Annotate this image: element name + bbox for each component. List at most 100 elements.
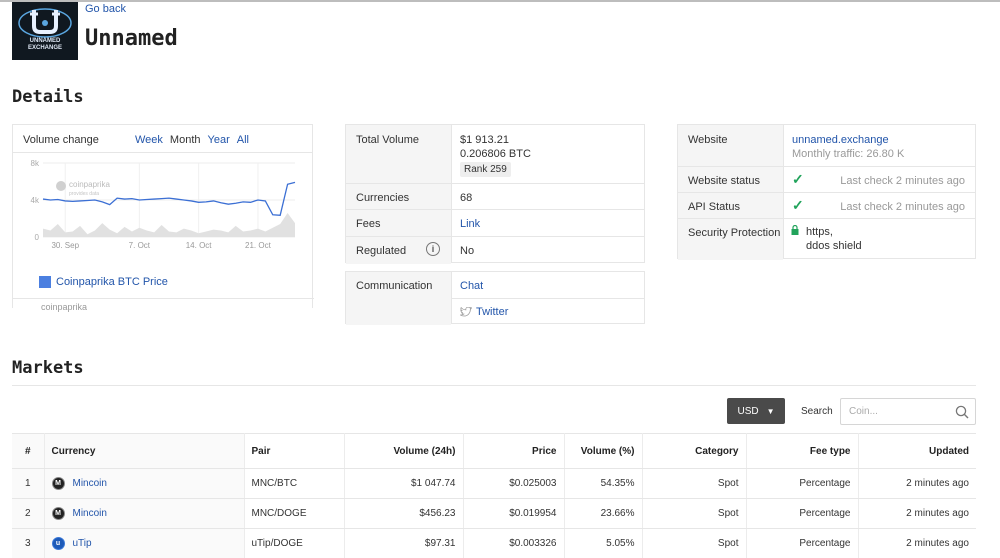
col-currency[interactable]: Currency [44,433,245,469]
lock-icon [791,225,799,235]
rank-badge: Rank 259 [460,162,511,177]
website-label: Website [688,134,728,146]
row-volume: $456.23 [344,498,464,529]
col-volume-pct[interactable]: Volume (%) [564,433,643,469]
x-tick-label: 7. Oct [129,241,151,250]
website-status-check: Last check 2 minutes ago [840,175,965,187]
api-status-label: API Status [688,201,740,213]
divider [12,385,976,386]
row-fee-type: Percentage [746,498,859,529]
range-year[interactable]: Year [208,134,230,146]
divider [13,298,314,299]
chart-credit: coinpaprika [41,302,88,312]
chat-link[interactable]: Chat [460,280,483,292]
table-row[interactable]: 2 M Mincoin MNC/DOGE $456.23 $0.019954 23… [12,498,976,529]
col-fee-type[interactable]: Fee type [746,433,859,469]
mincoin-icon: M [51,477,65,490]
currencies-value: 68 [460,192,473,204]
row-volume-pct: 23.66% [564,498,643,529]
range-month[interactable]: Month [170,134,201,146]
col-category[interactable]: Category [642,433,747,469]
y-tick-label: 4k [31,196,40,205]
col-volume[interactable]: Volume (24h) [344,433,464,469]
watermark-line2: provides data [69,191,99,197]
currency-selector-value: USD [737,405,759,417]
currency-selector[interactable]: USD ▼ [727,398,785,424]
check-icon: ✓ [792,171,804,187]
divider [13,152,312,153]
table-row[interactable]: 3 u uTip uTip/DOGE $97.31 $0.003326 5.05%… [12,528,976,558]
website-card: Website unnamed.exchange Monthly traffic… [677,124,976,260]
total-volume-label: Total Volume [356,134,419,146]
regulated-value: No [460,245,475,257]
y-tick-label: 0 [35,233,40,242]
markets-heading: Markets [12,358,84,378]
row-updated: 2 minutes ago [858,498,976,529]
fees-label: Fees [356,218,381,230]
col-rank[interactable]: # [12,433,45,469]
row-price: $0.019954 [463,498,565,529]
fees-link[interactable]: Link [460,218,480,230]
row-rank: 1 [12,468,45,499]
chart-card-title: Volume change [23,134,99,146]
divider [678,166,975,167]
table-row[interactable]: 1 M Mincoin MNC/BTC $1 047.74 $0.025003 5… [12,468,976,499]
row-category: Spot [642,468,747,499]
security-line1: https, [806,226,833,238]
go-back-link[interactable]: Go back [85,3,126,15]
currency-link[interactable]: Mincoin [73,508,107,519]
chart-legend[interactable]: Coinpaprika BTC Price [39,276,168,288]
top-border [0,0,1000,2]
row-volume-pct: 54.35% [564,468,643,499]
row-rank: 2 [12,498,45,529]
regulated-label: Regulated [356,245,407,257]
total-volume-usd: $1 913.21 [460,134,509,146]
total-volume-btc: 0.206806 BTC [460,148,531,160]
volume-chart-card: Volume change Week Month Year All 8k 4k 0 … [12,124,314,312]
twitter-link[interactable]: Twitter [476,306,508,318]
website-link[interactable]: unnamed.exchange [792,134,889,146]
logo-text-line2: EXCHANGE [27,45,62,51]
chart-watermark: coinpaprika provides data [56,180,110,197]
check-icon: ✓ [792,197,804,213]
exchange-logo: UNNAMED EXCHANGE [12,2,78,60]
table-header-row: # Currency Pair Volume (24h) Price Volum… [12,433,976,469]
row-volume: $1 047.74 [344,468,464,499]
row-price: $0.003326 [463,528,565,558]
markets-table: # Currency Pair Volume (24h) Price Volum… [12,433,976,558]
search-input[interactable] [849,399,949,424]
watermark-line1: coinpaprika [69,180,110,189]
communication-card: Communication Chat Twitter [345,271,645,325]
x-tick-label: 30. Sep [51,241,79,250]
monthly-traffic: Monthly traffic: 26.80 K [792,148,905,160]
legend-label[interactable]: Coinpaprika BTC Price [56,276,168,288]
currency-link[interactable]: Mincoin [73,478,107,489]
x-tick-label: 21. Oct [245,241,272,250]
row-fee-type: Percentage [746,528,859,558]
search-icon[interactable] [955,405,969,419]
range-all[interactable]: All [237,134,249,146]
mincoin-icon: M [51,507,65,520]
currencies-label: Currencies [356,192,410,204]
twitter-link-wrap[interactable]: Twitter [460,306,508,318]
website-status-label: Website status [688,175,760,187]
api-status-check: Last check 2 minutes ago [840,201,965,213]
row-fee-type: Percentage [746,468,859,499]
volume-info-card: Total Volume $1 913.21 0.206806 BTC Rank… [345,124,645,264]
volume-area [43,212,295,237]
divider [678,192,975,193]
currency-link[interactable]: uTip [73,538,92,549]
col-price[interactable]: Price [463,433,565,469]
range-week[interactable]: Week [135,134,163,146]
legend-swatch [39,276,51,288]
security-label: Security Protection [688,227,781,239]
col-updated[interactable]: Updated [858,433,976,469]
info-icon[interactable]: i [426,242,440,256]
col-pair[interactable]: Pair [244,433,345,469]
x-tick-label: 14. Oct [186,241,213,250]
row-pair: uTip/DOGE [244,528,345,558]
row-category: Spot [642,528,747,558]
divider [678,218,975,219]
divider [451,298,644,299]
divider [346,183,644,184]
